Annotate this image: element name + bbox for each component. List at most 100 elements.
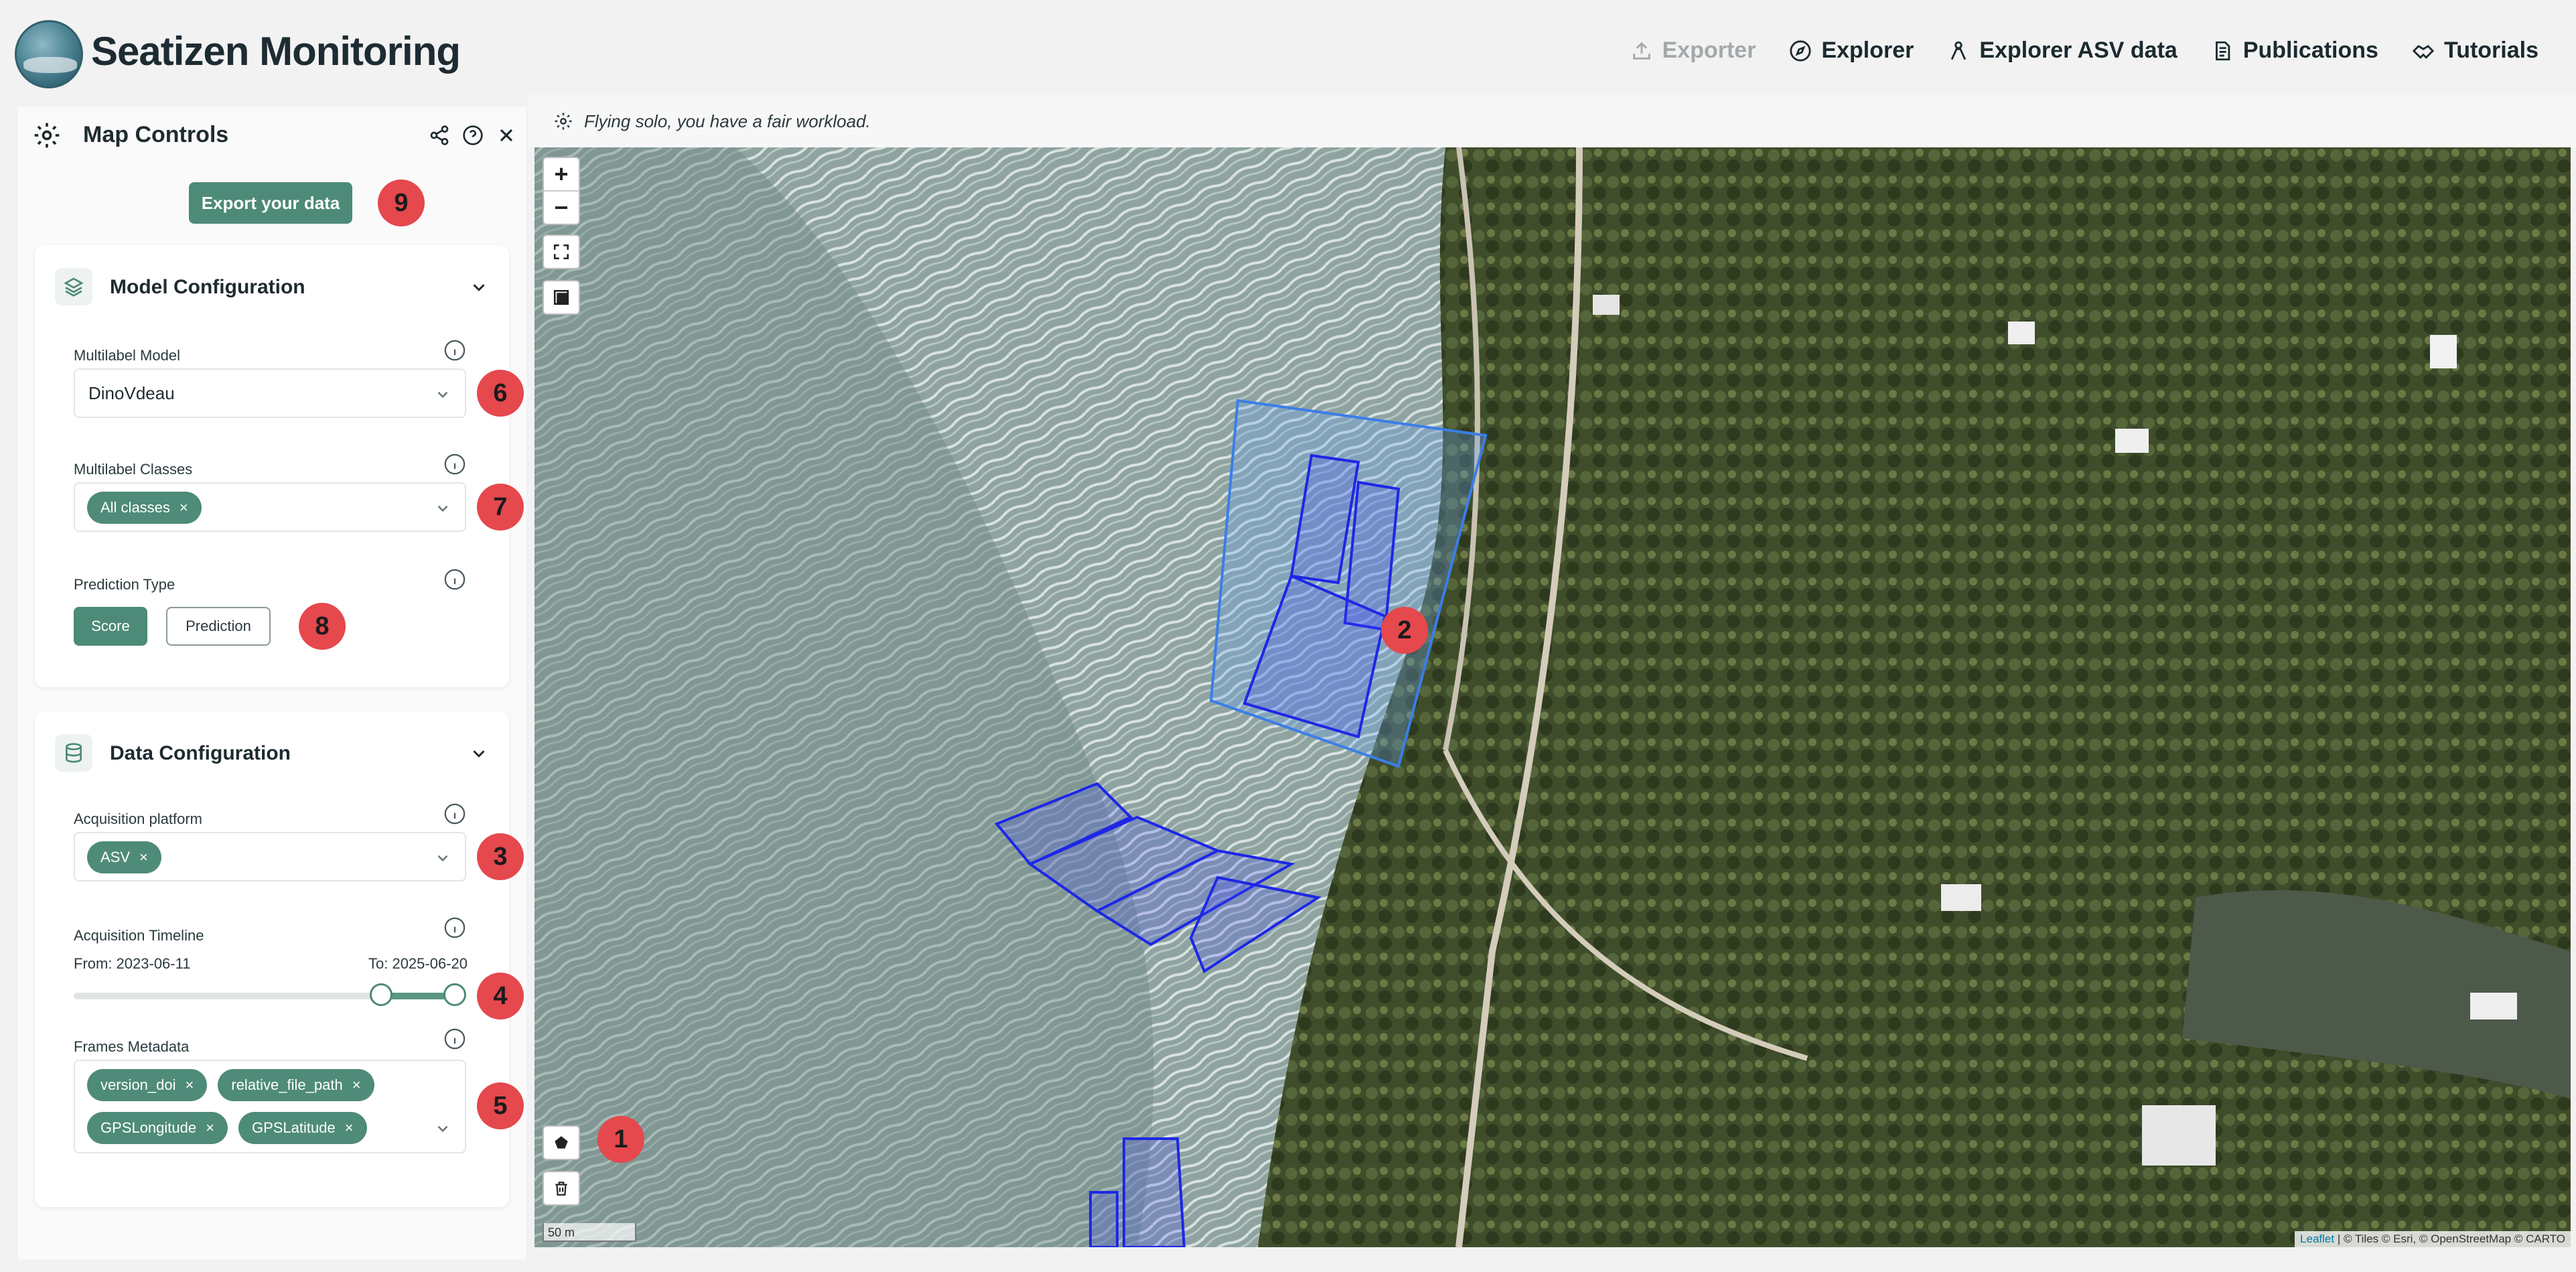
nav-exporter[interactable]: Exporter xyxy=(1630,38,1756,64)
remove-chip-icon[interactable]: × xyxy=(180,499,188,516)
chip-label: GPSLongitude xyxy=(100,1119,197,1136)
compass-icon xyxy=(1790,40,1812,62)
chevron-down-icon xyxy=(437,391,448,399)
draw-control xyxy=(543,1125,580,1160)
satellite-map[interactable]: + − 1 2 50 m Leaflet | © Tiles © Esri, ©… xyxy=(534,147,2571,1247)
attribution-text: | © Tiles © Esri, © OpenStreetMap © CART… xyxy=(2337,1232,2565,1245)
chip-version-doi[interactable]: version_doi × xyxy=(87,1069,208,1101)
data-configuration-header[interactable]: Data Configuration xyxy=(55,734,489,772)
nav-explorer[interactable]: Explorer xyxy=(1789,38,1914,64)
annotation-badge-4: 4 xyxy=(477,973,524,1019)
chip-gps-longitude[interactable]: GPSLongitude × xyxy=(87,1112,228,1144)
chip-all-classes[interactable]: All classes × xyxy=(87,492,202,524)
workload-icon xyxy=(555,113,572,130)
remove-chip-icon[interactable]: × xyxy=(352,1076,361,1094)
info-icon[interactable] xyxy=(443,916,466,939)
slider-track[interactable] xyxy=(74,983,466,1006)
slider-thumb-from[interactable] xyxy=(369,983,392,1006)
chevron-down-icon[interactable] xyxy=(469,744,489,764)
chip-label: version_doi xyxy=(100,1076,176,1093)
remove-chip-icon[interactable]: × xyxy=(345,1119,354,1137)
nav-publications-label: Publications xyxy=(2242,38,2378,63)
annotation-badge-6: 6 xyxy=(477,370,524,417)
minimap-control xyxy=(543,280,580,315)
multilabel-model-value: DinoVdeau xyxy=(88,383,175,403)
prediction-button[interactable]: Prediction xyxy=(166,607,271,646)
polygon-icon xyxy=(555,1136,568,1149)
annotation-badge-9: 9 xyxy=(378,180,425,226)
chip-label: All classes xyxy=(100,499,170,516)
nav-tutorials-label: Tutorials xyxy=(2443,38,2538,63)
share-icon[interactable] xyxy=(429,125,450,146)
acquisition-platform-label: Acquisition platform xyxy=(74,810,202,827)
chip-relative-file-path[interactable]: relative_file_path × xyxy=(218,1069,374,1101)
multilabel-classes-select[interactable]: All classes × xyxy=(74,482,466,532)
annotation-badge-2: 2 xyxy=(1381,607,1428,654)
fullscreen-control xyxy=(543,234,580,269)
zoom-out-button[interactable]: − xyxy=(544,192,579,224)
multilabel-model-select[interactable]: DinoVdeau xyxy=(74,368,466,418)
chip-label: ASV xyxy=(100,849,131,865)
remove-chip-icon[interactable]: × xyxy=(206,1119,214,1137)
close-icon[interactable] xyxy=(496,125,517,146)
info-icon[interactable] xyxy=(443,568,466,591)
map-controls-sidebar: Map Controls Export your data 9 Model Co… xyxy=(17,107,526,1259)
chip-gps-latitude[interactable]: GPSLatitude × xyxy=(238,1112,367,1144)
info-icon[interactable] xyxy=(443,1028,466,1050)
nav-tutorials[interactable]: Tutorials xyxy=(2412,38,2538,64)
info-icon[interactable] xyxy=(443,802,466,825)
leaflet-link[interactable]: Leaflet xyxy=(2300,1232,2334,1245)
trash-icon xyxy=(555,1182,567,1196)
app-title: Seatizen Monitoring xyxy=(91,29,461,74)
map-tiles xyxy=(534,147,2571,1247)
help-icon[interactable] xyxy=(462,125,484,146)
frames-metadata-select[interactable]: version_doi × relative_file_path × GPSLong… xyxy=(74,1060,466,1153)
zoom-in-button[interactable]: + xyxy=(544,158,579,190)
acquisition-platform-select[interactable]: ASV × xyxy=(74,832,466,881)
gear-icon xyxy=(34,123,60,148)
nav-exporter-label: Exporter xyxy=(1662,38,1756,63)
timeline-from-label: From: 2023-06-11 xyxy=(74,955,191,972)
prediction-type-toggle: Score Prediction 8 xyxy=(35,603,509,650)
seatizen-logo[interactable] xyxy=(15,20,83,88)
database-icon xyxy=(55,734,92,772)
model-configuration-card: Model Configuration Multilabel Model Din… xyxy=(35,245,524,687)
prediction-type-label: Prediction Type xyxy=(74,576,175,593)
info-icon[interactable] xyxy=(443,339,466,362)
chevron-down-icon xyxy=(437,1125,448,1133)
minimap-toggle-button[interactable] xyxy=(544,281,579,313)
annotation-badge-5: 5 xyxy=(477,1082,524,1129)
annotation-badge-7: 7 xyxy=(477,484,524,531)
chip-asv[interactable]: ASV × xyxy=(87,841,161,873)
timeline-slider[interactable] xyxy=(35,983,509,1006)
export-data-button[interactable]: Export your data xyxy=(189,182,352,224)
top-nav: Exporter Explorer Explorer ASV data Publ… xyxy=(1630,38,2538,64)
chip-label: relative_file_path xyxy=(231,1076,343,1093)
handshake-icon xyxy=(2412,44,2435,59)
scale-bar: 50 m xyxy=(543,1223,636,1242)
delete-shapes-button[interactable] xyxy=(544,1172,579,1204)
sidebar-actions xyxy=(429,125,517,146)
data-configuration-card: Data Configuration Acquisition platform … xyxy=(35,711,524,1207)
frames-metadata-label: Frames Metadata xyxy=(74,1038,190,1055)
fullscreen-button[interactable] xyxy=(544,236,579,268)
multilabel-model-label: Multilabel Model xyxy=(74,347,180,364)
remove-chip-icon[interactable]: × xyxy=(186,1076,194,1094)
chevron-down-icon[interactable] xyxy=(469,277,489,297)
remove-chip-icon[interactable]: × xyxy=(139,849,148,866)
annotation-badge-3: 3 xyxy=(477,833,524,880)
sidebar-title: Map Controls xyxy=(83,122,229,147)
nav-publications[interactable]: Publications xyxy=(2211,38,2378,64)
zoom-control: + − xyxy=(543,157,580,225)
delete-control xyxy=(543,1171,580,1206)
draw-polygon-button[interactable] xyxy=(544,1127,579,1159)
score-button[interactable]: Score xyxy=(74,607,147,646)
nav-explorer-asv[interactable]: Explorer ASV data xyxy=(1947,38,2177,64)
model-configuration-header[interactable]: Model Configuration xyxy=(55,268,489,305)
slider-thumb-to[interactable] xyxy=(443,983,466,1006)
nav-explorer-label: Explorer xyxy=(1821,38,1914,63)
multilabel-classes-label: Multilabel Classes xyxy=(74,461,193,478)
chip-label: GPSLatitude xyxy=(251,1119,336,1136)
info-icon[interactable] xyxy=(443,453,466,476)
annotation-badge-8: 8 xyxy=(299,603,346,650)
